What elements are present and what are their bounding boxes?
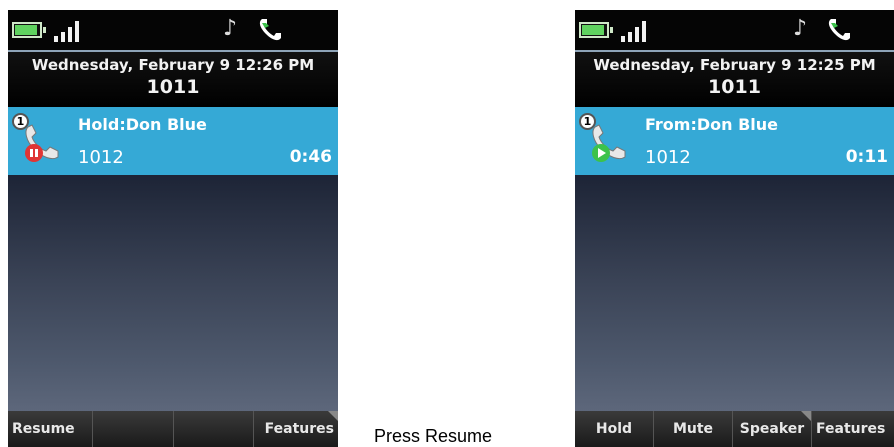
battery-icon xyxy=(12,22,46,38)
main-area xyxy=(575,175,894,411)
call-timer: 0:11 xyxy=(845,147,888,167)
softkey-empty-2[interactable] xyxy=(93,411,174,447)
call-index-badge: 1 xyxy=(12,113,29,130)
softkey-empty-3[interactable] xyxy=(174,411,255,447)
call-active-icon xyxy=(592,124,626,162)
call-number: 1012 xyxy=(78,147,124,168)
softkey-hold[interactable]: Hold xyxy=(575,411,654,447)
caption: Press Resume xyxy=(374,426,493,446)
line-extension: 1011 xyxy=(708,76,761,98)
music-note-icon: ♪ xyxy=(793,16,808,41)
line-extension: 1011 xyxy=(146,76,200,98)
call-index-badge: 1 xyxy=(579,113,596,130)
battery-icon xyxy=(579,22,613,38)
main-area xyxy=(8,175,338,411)
softkey-speaker[interactable]: Speaker xyxy=(733,411,812,447)
softkey-resume[interactable]: Resume xyxy=(8,411,93,447)
softkey-features[interactable]: Features xyxy=(812,411,894,447)
call-row[interactable]: 1 From:Don Blue 1012 0:11 xyxy=(575,107,894,175)
call-number: 1012 xyxy=(645,147,691,168)
phone-screen-right: ♪ Wednesday, February 9 12:25 PM 1011 1 … xyxy=(575,10,894,447)
signal-icon xyxy=(621,20,651,42)
date-time: Wednesday, February 9 12:25 PM xyxy=(593,56,876,74)
call-status: From:Don Blue xyxy=(645,115,779,134)
status-bar: ♪ xyxy=(575,10,894,52)
call-timer: 0:46 xyxy=(289,147,332,167)
date-header: Wednesday, February 9 12:26 PM 1011 xyxy=(8,52,338,107)
call-hold-icon xyxy=(25,124,59,162)
call-status: Hold:Don Blue xyxy=(78,115,207,134)
date-time: Wednesday, February 9 12:26 PM xyxy=(31,56,315,74)
phone-screen-left: ♪ Wednesday, February 9 12:26 PM 1011 1 … xyxy=(8,10,338,447)
call-row[interactable]: 1 Hold:Don Blue 1012 0:46 xyxy=(8,107,338,175)
handset-icon xyxy=(828,19,850,41)
music-note-icon: ♪ xyxy=(223,16,238,41)
softkey-features[interactable]: Features xyxy=(254,411,338,447)
signal-icon xyxy=(54,20,84,42)
softkey-mute[interactable]: Mute xyxy=(654,411,733,447)
softkey-bar: Resume Features xyxy=(8,411,338,447)
status-bar: ♪ xyxy=(8,10,338,52)
date-header: Wednesday, February 9 12:25 PM 1011 xyxy=(575,52,894,107)
softkey-bar: Hold Mute Speaker Features xyxy=(575,411,894,447)
handset-icon xyxy=(259,19,281,41)
